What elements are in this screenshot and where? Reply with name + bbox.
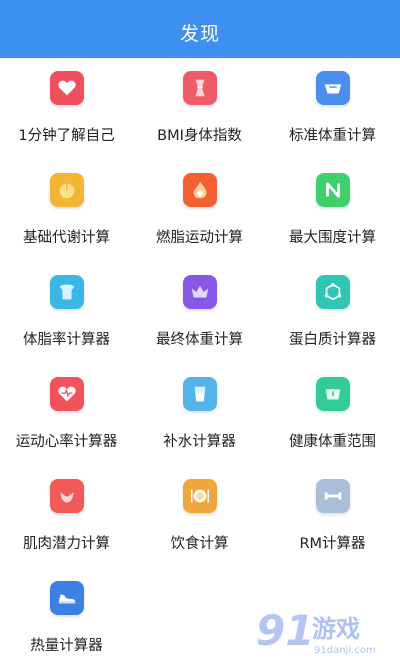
tool-label: BMI身体指数 <box>157 128 242 144</box>
app-header: 发现 <box>0 0 400 58</box>
tool-label: 肌肉潜力计算 <box>23 536 110 552</box>
tool-diet[interactable]: 饮食计算 <box>133 466 266 568</box>
letter-n-icon <box>315 173 350 207</box>
tool-standard-weight[interactable]: 标准体重计算 <box>266 58 399 160</box>
page-title: 发现 <box>179 22 220 45</box>
tool-label: 体脂率计算器 <box>23 332 110 348</box>
tool-fat-burning[interactable]: 燃脂运动计算 <box>133 160 266 262</box>
muscle-arm-icon <box>49 479 84 513</box>
tool-max-girth[interactable]: 最大围度计算 <box>266 160 399 262</box>
tool-final-weight[interactable]: 最终体重计算 <box>133 262 266 364</box>
tool-muscle-potential[interactable]: 肌肉潜力计算 <box>0 466 133 568</box>
tool-label: 饮食计算 <box>170 536 229 552</box>
tool-healthy-weight-range[interactable]: 健康体重范围 <box>266 364 399 466</box>
tool-label: 蛋白质计算器 <box>289 332 376 348</box>
heart-icon <box>49 71 84 105</box>
dish-icon <box>182 479 217 513</box>
water-cup-icon <box>182 377 217 411</box>
tool-label: 基础代谢计算 <box>23 230 110 246</box>
watermark-number: 91 <box>256 606 314 655</box>
molecule-icon <box>315 275 350 309</box>
tool-label: RM计算器 <box>299 536 366 552</box>
tool-know-yourself[interactable]: 1分钟了解自己 <box>0 58 133 160</box>
tool-protein[interactable]: 蛋白质计算器 <box>266 262 399 364</box>
tool-basal-metabolism[interactable]: 基础代谢计算 <box>0 160 133 262</box>
tool-label: 健康体重范围 <box>289 434 376 450</box>
tool-label: 最大围度计算 <box>289 230 376 246</box>
torso-icon <box>49 275 84 309</box>
tool-label: 补水计算器 <box>163 434 236 450</box>
tool-rm[interactable]: RM计算器 <box>266 466 399 568</box>
tool-label: 热量计算器 <box>30 638 103 654</box>
watermark-brand: 游戏 <box>312 615 360 643</box>
tool-exercise-heart-rate[interactable]: 运动心率计算器 <box>0 364 133 466</box>
range-scale-icon <box>315 377 350 411</box>
flame-icon <box>182 173 217 207</box>
watermark-logo: 91 游戏 91danji.com <box>254 601 394 659</box>
watermark-domain: 91danji.com <box>314 645 376 656</box>
tool-label: 燃脂运动计算 <box>156 230 243 246</box>
dumbbell-icon <box>315 479 350 513</box>
tool-label: 标准体重计算 <box>289 128 376 144</box>
crown-icon <box>182 275 217 309</box>
tool-label: 最终体重计算 <box>156 332 243 348</box>
heart-rate-icon <box>49 377 84 411</box>
tool-hydration[interactable]: 补水计算器 <box>133 364 266 466</box>
tool-label: 1分钟了解自己 <box>18 128 115 144</box>
peach-icon <box>49 173 84 207</box>
running-shoe-icon <box>49 581 84 615</box>
tool-bmi[interactable]: BMI身体指数 <box>133 58 266 160</box>
scale-icon <box>315 71 350 105</box>
body-figure-icon <box>182 71 217 105</box>
tool-grid: 1分钟了解自己 BMI身体指数 标准体重计算 基础代谢计算 燃脂运动计算 最大围… <box>0 58 400 661</box>
tool-calorie[interactable]: 热量计算器 <box>0 568 133 670</box>
tool-label: 运动心率计算器 <box>15 434 118 450</box>
tool-body-fat[interactable]: 体脂率计算器 <box>0 262 133 364</box>
